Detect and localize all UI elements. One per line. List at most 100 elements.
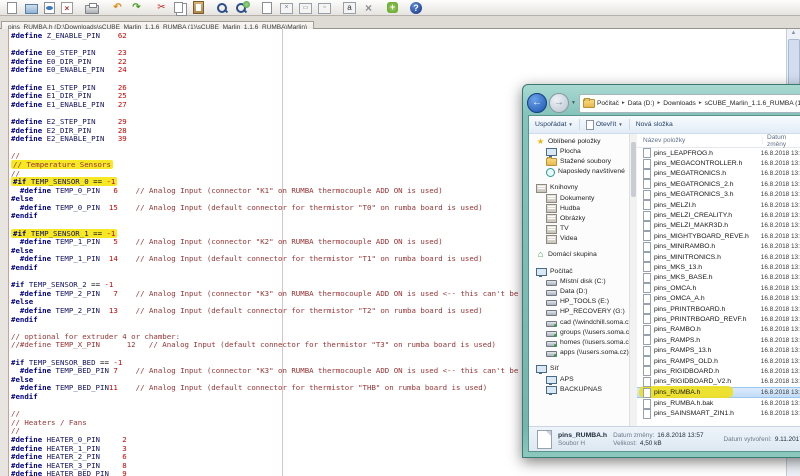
add-plugin-icon[interactable]: [387, 2, 398, 13]
find-icon[interactable]: [216, 2, 229, 14]
column-header-name[interactable]: Název položky: [637, 137, 763, 144]
breadcrumb-item[interactable]: Počítač: [595, 100, 621, 107]
file-date: 16.8.2018 13:57: [757, 295, 800, 302]
organize-button[interactable]: Uspořádat ▼: [529, 121, 579, 128]
sidebar-item-data-d[interactable]: Data (D:): [529, 286, 629, 296]
sidebar-item-hp-recovery-g[interactable]: HP_RECOVERY (G:): [529, 307, 629, 317]
redo-icon[interactable]: [130, 2, 143, 14]
sidebar-item-hp-tools-e[interactable]: HP_TOOLS (E:): [529, 297, 629, 307]
file-row[interactable]: pins_RIGIDBOARD.h16.8.2018 13:57: [637, 366, 800, 376]
new-folder-button[interactable]: Nová složka: [630, 121, 679, 128]
code-line: #define E0_ENABLE_PIN 24: [11, 66, 800, 75]
file-row[interactable]: pins_RAMPS_13.h16.8.2018 13:57: [637, 345, 800, 355]
explorer-body: Uspořádat ▼ Otevřít ▼ Nová složka Oblíbe…: [528, 115, 800, 452]
window-tile-v-icon[interactable]: [318, 3, 331, 14]
scrollbar-thumb[interactable]: [631, 142, 636, 197]
file-date: 16.8.2018 13:57: [757, 400, 800, 407]
file-row[interactable]: pins_MKS_BASE.h16.8.2018 13:57: [637, 273, 800, 283]
file-row[interactable]: pins_RAMPS_OLD.h16.8.2018 13:57: [637, 356, 800, 366]
sidebar-item-aps[interactable]: APS: [529, 374, 629, 384]
file-row[interactable]: pins_PRINTRBOARD_REVF.h16.8.2018 13:57: [637, 314, 800, 324]
file-icon: [643, 231, 651, 241]
history-dropdown-icon[interactable]: ▼: [571, 100, 576, 106]
settings-icon[interactable]: [362, 2, 375, 14]
column-header-date[interactable]: Datum změny: [763, 134, 800, 148]
new-window-icon[interactable]: [262, 2, 272, 14]
file-row[interactable]: pins_MELZI.h16.8.2018 13:57: [637, 200, 800, 210]
font-icon[interactable]: [343, 2, 356, 14]
file-row[interactable]: pins_PRINTRBOARD.h16.8.2018 13:57: [637, 304, 800, 314]
undo-icon[interactable]: [111, 2, 124, 14]
sidebar-item-s[interactable]: Síť: [529, 364, 629, 374]
help-icon[interactable]: [410, 2, 422, 14]
open-button[interactable]: Otevřít ▼: [580, 120, 629, 130]
file-row[interactable]: pins_MEGATRONICS_2.h16.8.2018 13:57: [637, 179, 800, 189]
file-row[interactable]: pins_MELZI_MAKR3D.h16.8.2018 13:57: [637, 221, 800, 231]
cut-icon[interactable]: [155, 2, 168, 14]
address-bar[interactable]: Počítač▸Data (D:)▸Downloads▸sCUBE_Marlin…: [579, 94, 800, 113]
sidebar-item-knihovny[interactable]: Knihovny: [529, 183, 629, 193]
sidebar-item-dokumenty[interactable]: Dokumenty: [529, 193, 629, 203]
sidebar-item-cad-windchill-soma-cz[interactable]: cad (\\windchill.soma.cz): [529, 317, 629, 327]
copy-icon[interactable]: [174, 2, 183, 13]
window-cascade-icon[interactable]: [280, 3, 293, 14]
save-file-icon[interactable]: [44, 2, 55, 14]
file-row[interactable]: pins_RUMBA.h16.8.2018 13:57: [637, 387, 800, 398]
sidebar-item-homes-users-soma-cz[interactable]: homes (\\users.soma.cz): [529, 337, 629, 347]
toolbar-group-gap: [334, 2, 340, 14]
file-row[interactable]: pins_MINIRAMBO.h16.8.2018 13:57: [637, 242, 800, 252]
file-icon: [643, 273, 651, 283]
sidebar-item-obl-ben-polo-ky[interactable]: Oblíbené položky: [529, 136, 629, 146]
file-row[interactable]: pins_OMCA_A.h16.8.2018 13:57: [637, 293, 800, 303]
sidebar-item-plocha[interactable]: Plocha: [529, 146, 629, 156]
file-icon: [643, 179, 651, 189]
file-row[interactable]: pins_MEGATRONICS.h16.8.2018 13:57: [637, 169, 800, 179]
sidebar-item-dom-c-skupina[interactable]: Domácí skupina: [529, 250, 629, 260]
file-row[interactable]: pins_SAINSMART_ZIN1.h16.8.2018 13:57: [637, 409, 800, 419]
sidebar-item-m-stn-disk-c[interactable]: Místní disk (C:): [529, 276, 629, 286]
file-row[interactable]: pins_MELZI_CREALITY.h16.8.2018 13:57: [637, 210, 800, 220]
file-row[interactable]: pins_LEAPFROG.h16.8.2018 13:57: [637, 148, 800, 158]
file-row[interactable]: pins_MIGHTYBOARD_REVE.h16.8.2018 13:57: [637, 231, 800, 241]
sidebar-item-label: Oblíbené položky: [548, 138, 601, 145]
file-row[interactable]: pins_MKS_13.h16.8.2018 13:57: [637, 262, 800, 272]
paste-icon[interactable]: [193, 1, 204, 14]
sidebar-item-groups-users-soma-cz[interactable]: groups (\\users.soma.cz): [529, 327, 629, 337]
sidebar-item-tv[interactable]: TV: [529, 224, 629, 234]
breadcrumb-item[interactable]: Downloads: [661, 100, 698, 107]
sidebar-item-po-ta[interactable]: Počítač: [529, 266, 629, 276]
forward-button[interactable]: →: [549, 93, 569, 113]
find-replace-icon[interactable]: [235, 2, 248, 14]
sidebar-item-hudba[interactable]: Hudba: [529, 203, 629, 213]
breadcrumb-item[interactable]: Data (D:): [626, 100, 657, 107]
breadcrumb-item[interactable]: sCUBE_Marlin_1.1.6_RUMBA (1): [703, 100, 800, 107]
file-name: pins_MELZI.h: [654, 202, 757, 209]
sidebar-item-videa[interactable]: Videa: [529, 234, 629, 244]
file-date: 16.8.2018 13:57: [757, 254, 800, 261]
close-file-icon[interactable]: [61, 2, 73, 14]
sidebar-item-obr-zky[interactable]: Obrázky: [529, 213, 629, 223]
back-button[interactable]: ←: [527, 93, 547, 113]
sidebar-item-naposledy-nav-t-ven[interactable]: Naposledy navštívené: [529, 167, 629, 177]
file-row[interactable]: pins_RAMBO.h16.8.2018 13:57: [637, 325, 800, 335]
window-tile-h-icon[interactable]: [299, 3, 312, 14]
sidebar-item-backupnas[interactable]: BACKUPNAS: [529, 384, 629, 394]
open-folder-icon[interactable]: [25, 4, 38, 14]
sidebar-scrollbar[interactable]: [629, 134, 637, 426]
print-icon[interactable]: [85, 5, 99, 14]
file-row[interactable]: pins_MINITRONICS.h16.8.2018 13:57: [637, 252, 800, 262]
file-row[interactable]: pins_RUMBA.h.bak16.8.2018 13:57: [637, 398, 800, 408]
lib-icon: [536, 184, 547, 193]
sidebar-item-sta-en-soubory[interactable]: Stažené soubory: [529, 156, 629, 166]
file-icon: [643, 304, 651, 314]
file-row[interactable]: pins_RAMPS.h16.8.2018 13:57: [637, 335, 800, 345]
size-value: 4,50 kB: [640, 440, 662, 447]
sidebar-item-label: Naposledy navštívené: [558, 168, 625, 175]
file-row[interactable]: pins_MEGATRONICS_3.h16.8.2018 13:57: [637, 190, 800, 200]
file-row[interactable]: pins_OMCA.h16.8.2018 13:57: [637, 283, 800, 293]
file-name: pins_MEGATRONICS_3.h: [654, 191, 757, 198]
new-file-icon[interactable]: [7, 2, 17, 14]
sidebar-item-apps-users-soma-cz-z[interactable]: apps (\\users.soma.cz) (Z: [529, 348, 629, 358]
file-row[interactable]: pins_MEGACONTROLLER.h16.8.2018 13:57: [637, 158, 800, 168]
clock-icon: [546, 168, 555, 177]
